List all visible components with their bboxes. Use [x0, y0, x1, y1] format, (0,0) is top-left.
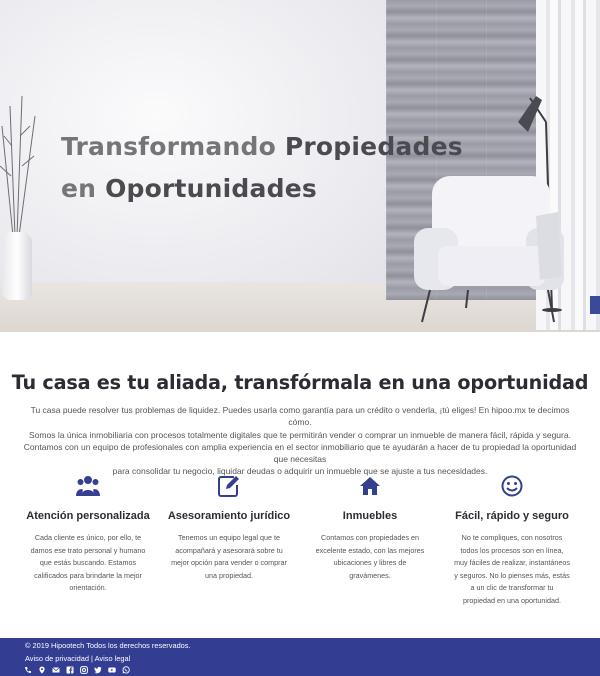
feature-title: Asesoramiento jurídico [167, 510, 291, 522]
feature-title: Atención personalizada [26, 510, 150, 522]
intro-title: Tu casa es tu aliada, transfórmala en un… [11, 371, 589, 394]
hero-title-line2-dark: Oportunidades [105, 174, 317, 203]
facebook-icon[interactable] [66, 666, 74, 674]
feature-properties: Inmuebles Contamos con propiedades en ex… [300, 472, 440, 582]
footer: © 2019 Hipootech Todos los derechos rese… [0, 638, 600, 676]
intro-line: Contamos con un equipo de profesionales … [23, 441, 577, 465]
social-links [24, 666, 130, 674]
instagram-icon[interactable] [80, 666, 88, 674]
home-icon [300, 472, 440, 500]
feature-title: Fácil, rápido y seguro [455, 510, 569, 522]
link-separator: | [91, 654, 93, 663]
users-icon [18, 472, 158, 500]
youtube-icon[interactable] [108, 666, 116, 674]
intro-text: Tu casa puede resolver tus problemas de … [20, 404, 580, 478]
edit-icon [159, 472, 299, 500]
map-pin-icon[interactable] [38, 666, 46, 674]
email-icon[interactable] [52, 666, 60, 674]
feature-text: Contamos con propiedades en excelente es… [315, 533, 425, 580]
twitter-icon[interactable] [94, 666, 102, 674]
hero-banner: Transformando Propiedades en Oportunidad… [0, 0, 600, 332]
hero-title: Transformando Propiedades en Oportunidad… [61, 126, 481, 210]
intro-line: Somos la única inmobiliaria con procesos… [29, 429, 571, 440]
feature-text: Cada cliente es único, por ello, te damo… [30, 533, 146, 592]
plant-branches-image [0, 95, 36, 237]
feature-easy: Fácil, rápido y seguro No te compliques,… [442, 472, 582, 607]
whatsapp-icon[interactable] [122, 666, 130, 674]
footer-copyright: © 2019 Hipootech Todos los derechos rese… [25, 641, 191, 650]
smile-icon [442, 472, 582, 500]
feature-title: Inmuebles [342, 510, 398, 522]
feature-attention: Atención personalizada Cada cliente es ú… [18, 472, 158, 595]
phone-icon[interactable] [24, 666, 32, 674]
legal-link[interactable]: Aviso legal [95, 654, 131, 663]
hero-title-line1-light: Transformando [61, 132, 276, 161]
hero-title-line1-dark: Propiedades [284, 132, 463, 161]
feature-text: Tenemos un equipo legal que te acompañar… [171, 533, 287, 580]
intro-line: Tu casa puede resolver tus problemas de … [30, 405, 570, 428]
vase-image [2, 232, 32, 300]
hero-title-line2-light: en [61, 174, 97, 203]
feature-text: No te compliques, con nosotros todos los… [454, 533, 570, 605]
footer-links: Aviso de privacidad | Aviso legal [25, 654, 130, 663]
privacy-link[interactable]: Aviso de privacidad [25, 654, 89, 663]
feature-legal: Asesoramiento jurídico Tenemos un equipo… [159, 472, 299, 582]
scroll-top-button[interactable] [590, 296, 600, 314]
